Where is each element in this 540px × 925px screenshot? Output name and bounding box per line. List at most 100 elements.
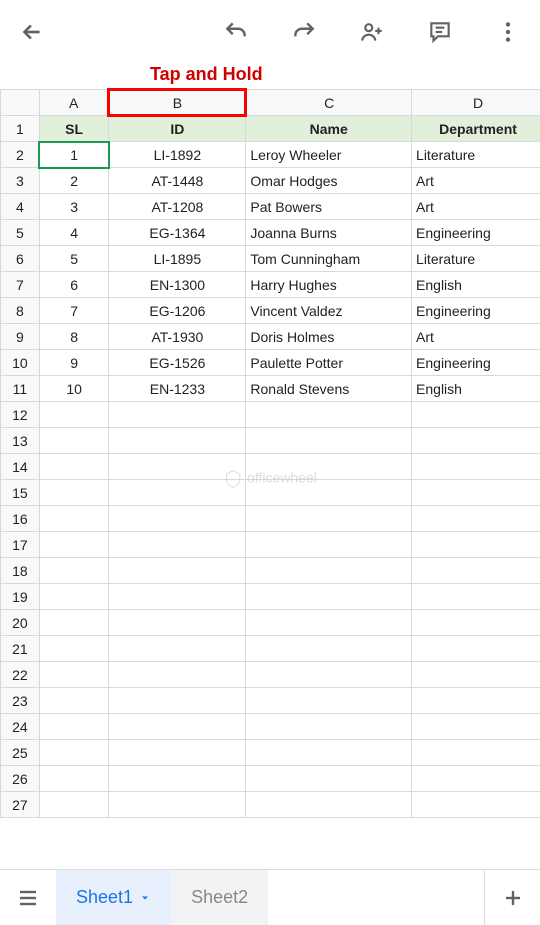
cell[interactable]: Engineering xyxy=(412,298,540,324)
cell[interactable] xyxy=(109,506,246,532)
cell[interactable] xyxy=(39,766,109,792)
cell[interactable] xyxy=(246,506,412,532)
cell[interactable] xyxy=(39,428,109,454)
row-header[interactable]: 25 xyxy=(1,740,40,766)
cell[interactable]: Literature xyxy=(412,246,540,272)
cell[interactable]: Art xyxy=(412,168,540,194)
cell[interactable] xyxy=(412,584,540,610)
all-sheets-button[interactable] xyxy=(0,870,56,925)
cell[interactable]: 2 xyxy=(39,168,109,194)
row-header[interactable]: 20 xyxy=(1,610,40,636)
cell[interactable]: LI-1892 xyxy=(109,142,246,168)
row-header[interactable]: 11 xyxy=(1,376,40,402)
row-header[interactable]: 9 xyxy=(1,324,40,350)
cell[interactable]: EN-1300 xyxy=(109,272,246,298)
cell[interactable] xyxy=(412,662,540,688)
cell[interactable] xyxy=(39,740,109,766)
row-header[interactable]: 7 xyxy=(1,272,40,298)
cell[interactable] xyxy=(109,402,246,428)
cell[interactable] xyxy=(246,480,412,506)
row-header[interactable]: 10 xyxy=(1,350,40,376)
cell[interactable] xyxy=(39,454,109,480)
comment-button[interactable] xyxy=(418,10,462,54)
row-header[interactable]: 18 xyxy=(1,558,40,584)
header-cell[interactable]: Department xyxy=(412,116,540,142)
cell[interactable]: LI-1895 xyxy=(109,246,246,272)
cell[interactable] xyxy=(39,636,109,662)
cell[interactable] xyxy=(109,532,246,558)
cell[interactable]: EG-1364 xyxy=(109,220,246,246)
cell[interactable] xyxy=(246,714,412,740)
row-header[interactable]: 2 xyxy=(1,142,40,168)
header-cell[interactable]: SL xyxy=(39,116,109,142)
cell[interactable] xyxy=(39,480,109,506)
cell[interactable] xyxy=(412,610,540,636)
cell[interactable] xyxy=(39,584,109,610)
cell[interactable] xyxy=(246,688,412,714)
cell[interactable] xyxy=(412,558,540,584)
cell[interactable] xyxy=(109,454,246,480)
back-button[interactable] xyxy=(10,10,54,54)
redo-button[interactable] xyxy=(282,10,326,54)
cell[interactable]: Joanna Burns xyxy=(246,220,412,246)
cell[interactable] xyxy=(412,454,540,480)
row-header[interactable]: 15 xyxy=(1,480,40,506)
cell[interactable] xyxy=(412,532,540,558)
cell[interactable]: Pat Bowers xyxy=(246,194,412,220)
cell[interactable]: English xyxy=(412,376,540,402)
share-button[interactable] xyxy=(350,10,394,54)
cell[interactable]: EG-1526 xyxy=(109,350,246,376)
row-header[interactable]: 26 xyxy=(1,766,40,792)
cell[interactable] xyxy=(109,740,246,766)
cell[interactable] xyxy=(246,766,412,792)
spreadsheet-area[interactable]: A B C D 1 SL ID Name Department 21LI-189… xyxy=(0,88,540,869)
cell[interactable] xyxy=(109,636,246,662)
cell[interactable]: AT-1930 xyxy=(109,324,246,350)
cell[interactable] xyxy=(412,480,540,506)
row-header[interactable]: 12 xyxy=(1,402,40,428)
col-header-C[interactable]: C xyxy=(246,90,412,116)
cell[interactable]: Ronald Stevens xyxy=(246,376,412,402)
col-header-D[interactable]: D xyxy=(412,90,540,116)
cell[interactable]: 5 xyxy=(39,246,109,272)
cell[interactable] xyxy=(109,428,246,454)
cell[interactable]: 7 xyxy=(39,298,109,324)
sheet-tab-active[interactable]: Sheet1 xyxy=(56,870,171,925)
col-header-B[interactable]: B xyxy=(109,90,246,116)
cell[interactable]: 4 xyxy=(39,220,109,246)
row-header[interactable]: 6 xyxy=(1,246,40,272)
cell[interactable]: 3 xyxy=(39,194,109,220)
cell[interactable]: AT-1448 xyxy=(109,168,246,194)
row-header[interactable]: 23 xyxy=(1,688,40,714)
row-header[interactable]: 3 xyxy=(1,168,40,194)
cell[interactable] xyxy=(39,532,109,558)
cell[interactable] xyxy=(39,610,109,636)
cell[interactable]: Doris Holmes xyxy=(246,324,412,350)
cell[interactable] xyxy=(246,558,412,584)
row-header[interactable]: 16 xyxy=(1,506,40,532)
cell[interactable] xyxy=(412,688,540,714)
cell[interactable] xyxy=(412,636,540,662)
cell[interactable] xyxy=(109,792,246,818)
cell[interactable]: Harry Hughes xyxy=(246,272,412,298)
cell[interactable] xyxy=(109,610,246,636)
cell[interactable] xyxy=(412,506,540,532)
cell[interactable] xyxy=(246,792,412,818)
cell[interactable]: Engineering xyxy=(412,350,540,376)
row-header[interactable]: 4 xyxy=(1,194,40,220)
cell[interactable]: 10 xyxy=(39,376,109,402)
cell[interactable] xyxy=(39,688,109,714)
cell[interactable] xyxy=(246,454,412,480)
header-cell[interactable]: ID xyxy=(109,116,246,142)
cell[interactable]: Art xyxy=(412,194,540,220)
row-header[interactable]: 21 xyxy=(1,636,40,662)
cell[interactable] xyxy=(39,792,109,818)
cell[interactable]: 9 xyxy=(39,350,109,376)
cell[interactable]: Art xyxy=(412,324,540,350)
cell[interactable] xyxy=(412,766,540,792)
cell[interactable] xyxy=(109,662,246,688)
row-header[interactable]: 22 xyxy=(1,662,40,688)
add-sheet-button[interactable] xyxy=(484,870,540,925)
row-header[interactable]: 1 xyxy=(1,116,40,142)
cell[interactable]: 8 xyxy=(39,324,109,350)
